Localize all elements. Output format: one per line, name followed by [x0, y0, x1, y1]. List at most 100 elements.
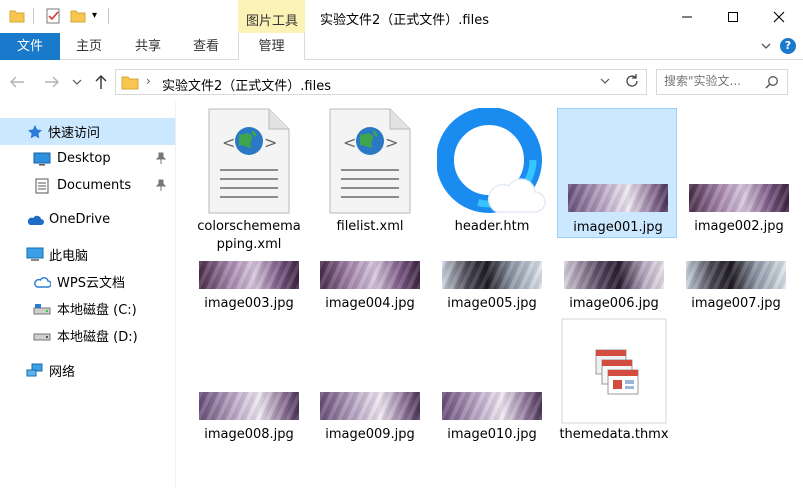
image-thumbnail — [442, 392, 542, 420]
folder-icon[interactable] — [9, 8, 25, 26]
file-name: image008.jpg — [204, 427, 294, 442]
file-item[interactable]: < > colorschemema pping.xml — [189, 108, 309, 258]
file-item[interactable]: image008.jpg — [189, 392, 309, 452]
image-thumbnail — [199, 392, 299, 420]
help-icon[interactable]: ? — [780, 38, 796, 54]
new-folder-icon[interactable] — [70, 8, 86, 26]
network-icon — [26, 362, 44, 380]
sidebar-item-drive-d[interactable]: 本地磁盘 (D:) — [0, 322, 175, 349]
file-name: themedata.thmx — [559, 427, 669, 442]
file-item[interactable]: image009.jpg — [310, 392, 430, 452]
file-item[interactable]: < > filelist.xml — [310, 108, 430, 238]
tab-share[interactable]: 共享 — [118, 33, 178, 60]
image-thumbnail — [199, 261, 299, 289]
breadcrumb-current-folder[interactable]: 实验文件2（正式文件）.files — [162, 75, 331, 94]
address-bar[interactable]: › 实验文件2（正式文件）.files — [115, 69, 647, 95]
file-item[interactable]: themedata.thmx — [554, 318, 674, 452]
sidebar-item-network[interactable]: 网络 — [0, 357, 175, 384]
documents-icon — [33, 177, 51, 195]
sidebar-item-label: 本地磁盘 (D:) — [57, 330, 138, 345]
sidebar-item-desktop[interactable]: Desktop — [0, 145, 175, 172]
sidebar-item-label: 此电脑 — [49, 249, 89, 264]
sidebar-item-documents[interactable]: Documents — [0, 172, 175, 199]
file-name: image005.jpg — [447, 296, 537, 311]
file-name: colorschemema pping.xml — [189, 218, 309, 254]
image-thumbnail — [320, 392, 420, 420]
sidebar-item-label: Documents — [57, 178, 132, 193]
file-name: image002.jpg — [694, 219, 784, 234]
breadcrumb-separator[interactable]: › — [146, 74, 151, 88]
file-item[interactable]: header.htm — [432, 108, 552, 238]
file-list: < > colorschemema pping.xml < > filelist… — [176, 102, 803, 488]
close-button[interactable] — [756, 0, 802, 33]
tab-view[interactable]: 查看 — [178, 33, 234, 60]
file-item[interactable]: image005.jpg — [432, 259, 552, 319]
up-arrow-icon[interactable] — [92, 73, 110, 91]
sidebar-item-drive-c[interactable]: 本地磁盘 (C:) — [0, 295, 175, 322]
jpg-thumbnail — [554, 261, 674, 289]
file-item[interactable]: image001.jpg — [557, 108, 677, 238]
file-item[interactable]: image002.jpg — [679, 108, 799, 238]
context-tab-group-label: 图片工具 — [246, 14, 299, 29]
properties-icon[interactable] — [46, 8, 60, 26]
window-title: 实验文件2（正式文件）.files — [320, 13, 489, 28]
image-thumbnail — [442, 261, 542, 289]
file-name: header.htm — [454, 219, 530, 234]
tab-manage[interactable]: 管理 — [238, 33, 305, 61]
image-thumbnail — [686, 261, 786, 289]
file-item[interactable]: image004.jpg — [310, 259, 430, 319]
back-arrow-icon[interactable] — [8, 73, 26, 91]
jpg-thumbnail — [310, 261, 430, 289]
sidebar-item-label: 本地磁盘 (C:) — [57, 303, 137, 318]
image-thumbnail — [689, 184, 789, 212]
file-name-line: pping.xml — [216, 237, 282, 252]
sidebar-item-quick-access[interactable]: 快速访问 — [0, 118, 175, 145]
search-box[interactable] — [656, 69, 788, 95]
picture-tools-context: 图片工具 — [238, 0, 305, 33]
desktop-icon — [33, 150, 51, 168]
jpg-thumbnail — [558, 184, 678, 212]
navigation-pane: 快速访问 Desktop Documents OneDrive 此电脑 WPS云… — [0, 102, 175, 488]
file-name: filelist.xml — [336, 219, 404, 234]
recent-locations-icon[interactable] — [68, 73, 86, 91]
jpg-thumbnail — [679, 184, 799, 212]
theme-file-icon — [554, 318, 674, 424]
file-item[interactable]: image006.jpg — [554, 259, 674, 319]
sidebar-item-wps-cloud[interactable]: WPS云文档 — [0, 268, 175, 295]
file-name: image007.jpg — [691, 296, 781, 311]
search-icon[interactable] — [765, 75, 779, 92]
file-name: image010.jpg — [447, 427, 537, 442]
file-item[interactable]: image010.jpg — [432, 392, 552, 452]
image-thumbnail — [320, 261, 420, 289]
tab-home[interactable]: 主页 — [61, 33, 117, 60]
pin-icon[interactable] — [155, 152, 167, 168]
jpg-thumbnail — [189, 392, 309, 420]
file-name-line: colorschemema — [197, 219, 301, 234]
pin-icon[interactable] — [155, 179, 167, 195]
sidebar-item-this-pc[interactable]: 此电脑 — [0, 241, 175, 268]
xml-file-icon: < > — [310, 108, 430, 214]
refresh-icon[interactable] — [624, 73, 640, 93]
drive-icon — [33, 327, 51, 345]
customize-toolbar-icon[interactable]: ▾ — [92, 10, 102, 28]
file-name: image009.jpg — [325, 427, 415, 442]
search-input[interactable] — [664, 74, 764, 88]
expand-ribbon-icon[interactable] — [760, 40, 772, 55]
jpg-thumbnail — [432, 261, 552, 289]
sidebar-item-label: OneDrive — [49, 212, 111, 227]
sidebar-item-onedrive[interactable]: OneDrive — [0, 206, 175, 233]
file-item[interactable]: image003.jpg — [189, 259, 309, 319]
tab-file[interactable]: 文件 — [0, 33, 60, 60]
forward-arrow-icon[interactable] — [43, 73, 61, 91]
file-name: image003.jpg — [204, 296, 294, 311]
address-dropdown-icon[interactable] — [600, 76, 610, 89]
ribbon-tabs: 文件 主页 共享 查看 管理 ? — [0, 33, 803, 61]
minimize-button[interactable] — [664, 0, 710, 33]
image-thumbnail — [564, 261, 664, 289]
navigation-bar: › 实验文件2（正式文件）.files — [0, 60, 803, 102]
file-item[interactable]: image007.jpg — [676, 259, 796, 319]
title-bar: ▾ 图片工具 实验文件2（正式文件）.files — [0, 0, 803, 33]
browser-html-icon — [432, 108, 552, 216]
sidebar-item-label: WPS云文档 — [57, 276, 125, 291]
maximize-button[interactable] — [710, 0, 756, 33]
